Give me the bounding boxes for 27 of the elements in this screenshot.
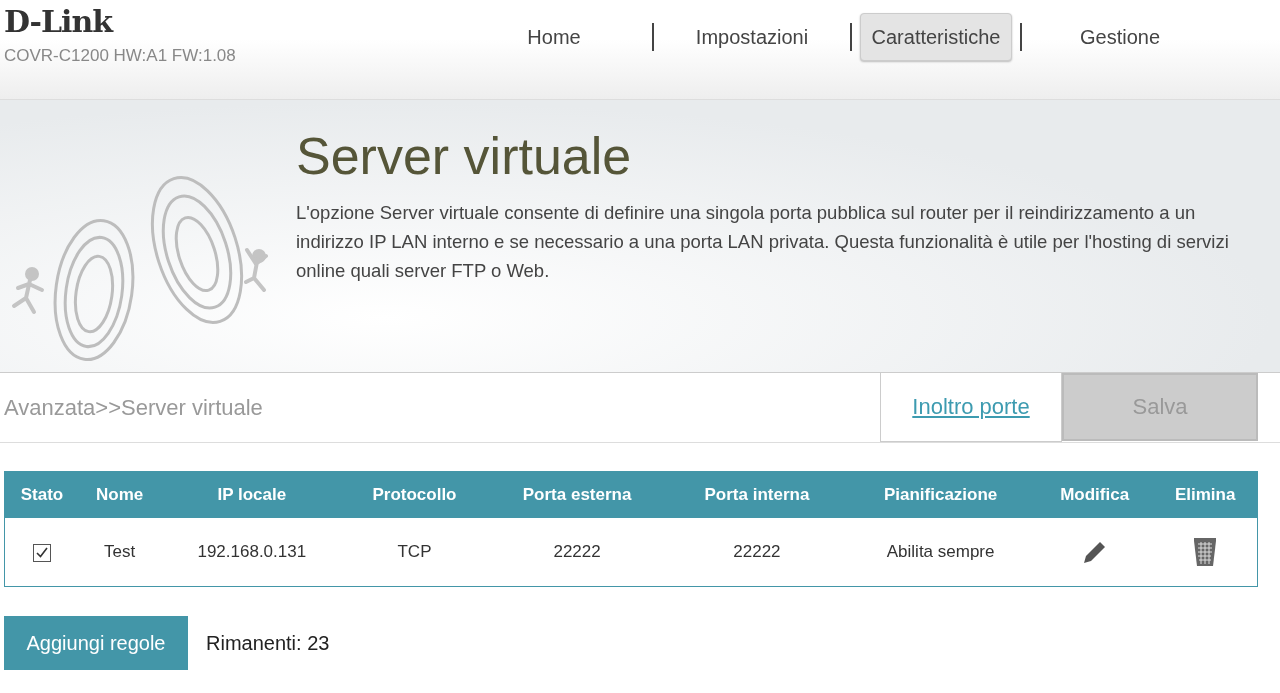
- nav-tab[interactable]: Gestione: [1030, 13, 1210, 61]
- nav-tab[interactable]: Home: [464, 13, 644, 61]
- table-cell: 22222: [668, 518, 846, 587]
- page-title: Server virtuale: [296, 126, 633, 186]
- column-header: Modifica: [1036, 471, 1154, 518]
- column-header: IP locale: [160, 471, 344, 518]
- column-header: Porta interna: [668, 471, 846, 518]
- column-header: Elimina: [1153, 471, 1258, 518]
- column-header: Porta esterna: [485, 471, 669, 518]
- trash-icon[interactable]: [1193, 536, 1218, 568]
- logo: D-Link: [4, 4, 115, 40]
- status-checkbox[interactable]: [32, 543, 51, 562]
- column-header: Stato: [4, 471, 79, 518]
- table-cell: 192.168.0.131: [160, 518, 344, 587]
- remaining-count: Rimanenti: 23: [206, 631, 330, 655]
- nav-tab[interactable]: Caratteristiche: [860, 13, 1012, 61]
- table-cell: Abilita sempre: [845, 518, 1036, 587]
- column-header: Protocollo: [343, 471, 486, 518]
- table-cell: TCP: [343, 518, 486, 587]
- column-header: Nome: [78, 471, 161, 518]
- table-cell: 22222: [485, 518, 669, 587]
- nav-tab[interactable]: Impostazioni: [662, 13, 842, 61]
- table-cell: Test: [78, 518, 161, 587]
- column-header: Pianificazione: [845, 471, 1036, 518]
- breadcrumb: Avanzata>>Server virtuale: [3, 394, 264, 422]
- device-info: COVR-C1200 HW:A1 FW:1.08: [4, 46, 237, 66]
- page-description: L'opzione Server virtuale consente di definire una singola porta pubblica sul router per il reindirizzamento a un indirizzo IP LAN interno e se necessario a una porta LAN privata. Questa funzionalità è utile per l'hosting di servizi online quali server FTP o Web.: [296, 201, 1230, 283]
